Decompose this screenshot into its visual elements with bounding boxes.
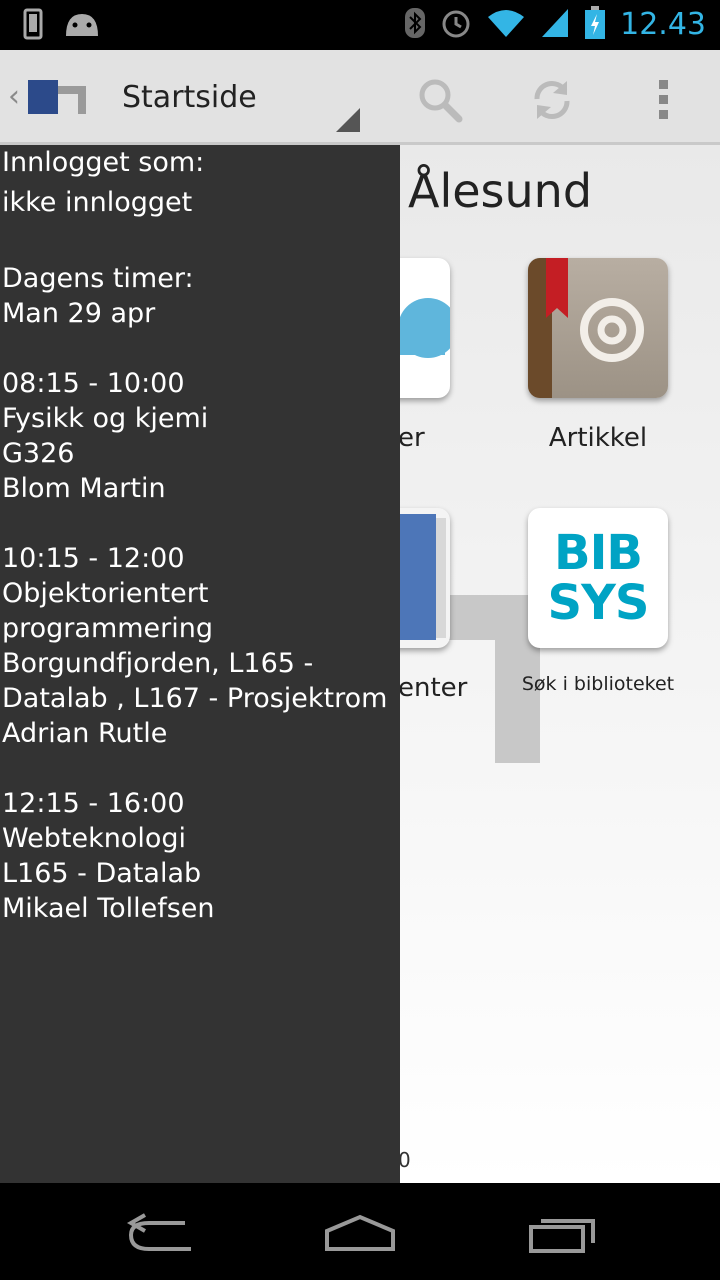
- lesson-course: Webteknologi: [2, 823, 186, 854]
- address-book-icon: [528, 258, 668, 398]
- bibsys-logo: SYS: [547, 575, 650, 631]
- lesson-time: 12:15 - 16:00: [2, 788, 185, 819]
- login-label: Innlogget som:: [2, 147, 205, 178]
- schedule-date: Man 29 apr: [2, 298, 156, 329]
- lesson-course: programmering: [2, 613, 214, 644]
- tile-library-search[interactable]: BIB SYS: [528, 508, 668, 648]
- lesson-room: Datalab , L167 - Prosjektrom: [2, 683, 388, 714]
- alarm-icon: [440, 7, 472, 43]
- app-logo-icon[interactable]: [26, 78, 88, 118]
- lesson-room: G326: [2, 438, 75, 469]
- wifi-icon: [486, 7, 526, 43]
- refresh-icon[interactable]: [524, 72, 580, 128]
- navigation-drawer[interactable]: Innlogget som: ikke innlogget Dagens tim…: [0, 145, 400, 1183]
- clock-time: 12.43: [620, 7, 706, 42]
- lesson-teacher: Adrian Rutle: [2, 718, 168, 749]
- lesson-time: 08:15 - 10:00: [2, 368, 185, 399]
- overflow-menu-icon[interactable]: [636, 72, 692, 128]
- battery-icon: [584, 6, 606, 44]
- spinner-dropdown-icon[interactable]: [336, 108, 360, 132]
- back-icon[interactable]: [115, 1205, 205, 1261]
- system-navigation-bar: [0, 1183, 720, 1280]
- tile-article-label: Artikkel: [548, 423, 648, 453]
- android-icon: [64, 10, 100, 42]
- tile-library-search-label: Søk i biblioteket: [521, 673, 675, 695]
- recent-apps-icon[interactable]: [517, 1205, 607, 1261]
- action-bar: ‹ Startside: [0, 50, 720, 145]
- phone-icon: [22, 8, 44, 44]
- tile-documents-label: enter: [398, 673, 468, 703]
- search-icon[interactable]: [412, 72, 468, 128]
- lesson-entry: 08:15 - 10:00 Fysikk og kjemi G326 Blom …: [0, 366, 400, 506]
- lesson-entry: 10:15 - 12:00 Objektorientert programmer…: [0, 541, 400, 751]
- bibsys-logo: BIB: [553, 525, 643, 581]
- lesson-course: Fysikk og kjemi: [2, 403, 209, 434]
- lesson-room: L165 - Datalab: [2, 858, 202, 889]
- lesson-teacher: Mikael Tollefsen: [2, 893, 215, 924]
- city-title: Ålesund: [408, 164, 593, 218]
- status-bar: 12.43: [0, 0, 720, 50]
- signal-icon: [540, 7, 570, 43]
- today-label: Dagens timer:: [2, 263, 194, 294]
- lesson-course: Objektorientert: [2, 578, 209, 609]
- tile-article[interactable]: [528, 258, 668, 398]
- lesson-room: Borgundfjorden, L165 -: [2, 648, 314, 679]
- tile-weather-label: er: [398, 423, 425, 453]
- up-caret-icon[interactable]: ‹: [8, 82, 20, 112]
- lesson-time: 10:15 - 12:00: [2, 543, 185, 574]
- login-status: ikke innlogget: [2, 187, 193, 218]
- lesson-entry: 12:15 - 16:00 Webteknologi L165 - Datala…: [0, 786, 400, 926]
- home-icon[interactable]: [315, 1205, 405, 1261]
- lesson-teacher: Blom Martin: [2, 473, 166, 504]
- bluetooth-icon: [404, 7, 426, 43]
- spinner-title[interactable]: Startside: [122, 78, 257, 118]
